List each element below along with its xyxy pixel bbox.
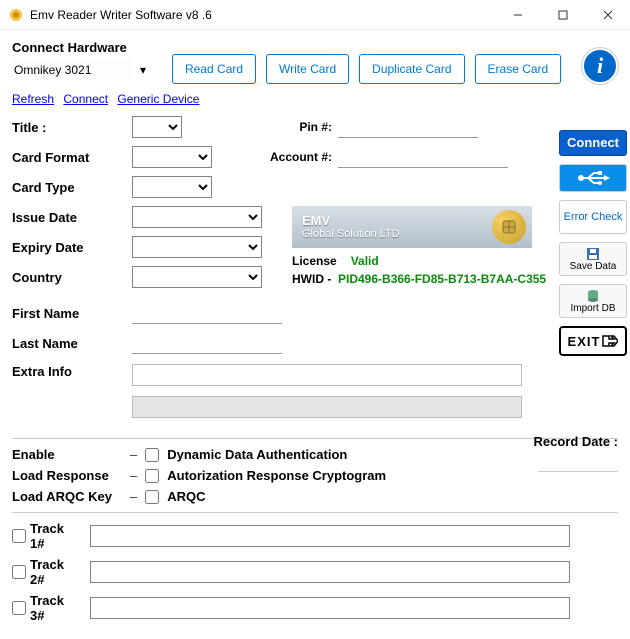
load-arqc-label: Load ARQC Key — [12, 489, 122, 504]
refresh-link[interactable]: Refresh — [12, 92, 54, 106]
last-name-label: Last Name — [12, 336, 132, 351]
load-response-label: Load Response — [12, 468, 122, 483]
dda-checkbox[interactable] — [145, 448, 159, 462]
account-input[interactable] — [338, 146, 508, 168]
arqc-checkbox[interactable] — [145, 490, 159, 504]
card-format-select[interactable] — [132, 146, 212, 168]
dropdown-caret-icon: ▾ — [140, 63, 146, 77]
country-label: Country — [12, 270, 132, 285]
maximize-button[interactable] — [540, 0, 585, 30]
track1-checkbox[interactable] — [12, 529, 26, 543]
app-icon — [8, 7, 24, 23]
last-name-input[interactable] — [132, 332, 282, 354]
hwid-label: HWID - — [292, 272, 331, 286]
read-card-button[interactable]: Read Card — [172, 54, 256, 84]
card-type-label: Card Type — [12, 180, 132, 195]
window-title: Emv Reader Writer Software v8 .6 — [30, 8, 495, 22]
track3-input[interactable] — [90, 597, 570, 619]
record-date-value — [538, 452, 618, 472]
close-button[interactable] — [585, 0, 630, 30]
account-label: Account #: — [262, 150, 332, 164]
arc-checkbox[interactable] — [145, 469, 159, 483]
extra-info-input-2[interactable] — [132, 396, 522, 418]
hwid-value: PID496-B366-FD85-B713-B7AA-C355 — [338, 272, 546, 286]
license-label: License — [292, 254, 337, 268]
emv-banner: EMVGlobal Solution LTD — [292, 206, 532, 248]
first-name-input[interactable] — [132, 302, 282, 324]
arqc-label: ARQC — [167, 489, 205, 504]
card-type-select[interactable] — [132, 176, 212, 198]
extra-info-label: Extra Info — [12, 364, 132, 379]
generic-device-link[interactable]: Generic Device — [117, 92, 199, 106]
connect-link[interactable]: Connect — [63, 92, 108, 106]
extra-info-input-1[interactable] — [132, 364, 522, 386]
record-date-label: Record Date : — [518, 434, 618, 449]
arc-label: Autorization Response Cryptogram — [167, 468, 386, 483]
title-select[interactable] — [132, 116, 182, 138]
track2-label: Track 2# — [30, 557, 82, 587]
hardware-select[interactable]: Omnikey 3021 — [12, 59, 132, 81]
erase-card-button[interactable]: Erase Card — [475, 54, 562, 84]
track2-input[interactable] — [90, 561, 570, 583]
card-format-label: Card Format — [12, 150, 132, 165]
connect-hardware-label: Connect Hardware — [12, 40, 162, 55]
license-status: Valid — [351, 254, 379, 268]
duplicate-card-button[interactable]: Duplicate Card — [359, 54, 464, 84]
title-bar: Emv Reader Writer Software v8 .6 — [0, 0, 630, 30]
country-select[interactable] — [132, 266, 262, 288]
write-card-button[interactable]: Write Card — [266, 54, 349, 84]
dda-label: Dynamic Data Authentication — [167, 447, 347, 462]
expiry-date-select[interactable] — [132, 236, 262, 258]
title-label: Title : — [12, 120, 132, 135]
issue-date-select[interactable] — [132, 206, 262, 228]
track2-checkbox[interactable] — [12, 565, 26, 579]
info-icon[interactable]: i — [582, 48, 618, 84]
track1-input[interactable] — [90, 525, 570, 547]
chip-icon — [492, 210, 526, 244]
issue-date-label: Issue Date — [12, 210, 132, 225]
enable-label: Enable — [12, 447, 122, 462]
first-name-label: First Name — [12, 306, 132, 321]
minimize-button[interactable] — [495, 0, 540, 30]
pin-input[interactable] — [338, 116, 478, 138]
track3-checkbox[interactable] — [12, 601, 26, 615]
track3-label: Track 3# — [30, 593, 82, 623]
pin-label: Pin #: — [262, 120, 332, 134]
expiry-date-label: Expiry Date — [12, 240, 132, 255]
track1-label: Track 1# — [30, 521, 82, 551]
